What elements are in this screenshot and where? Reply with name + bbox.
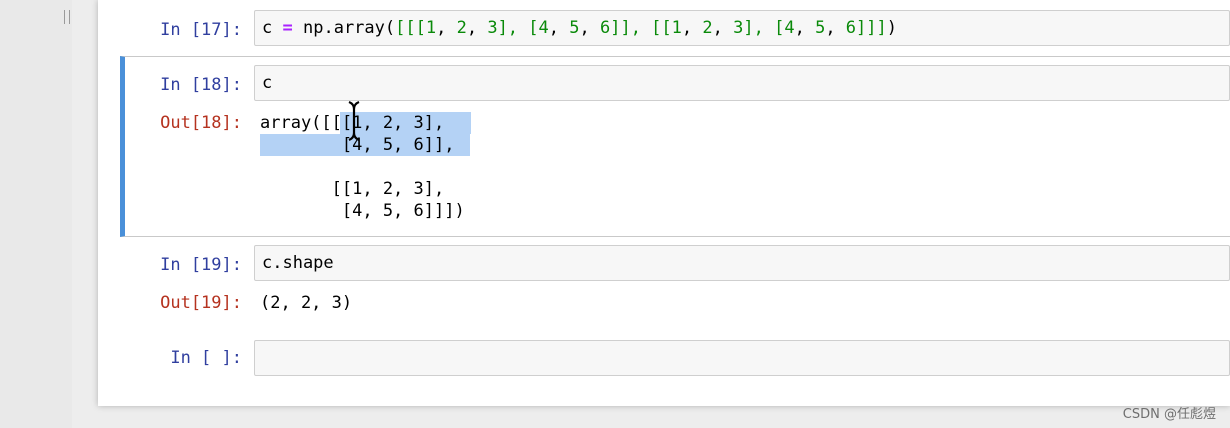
code-token: 4: [784, 18, 795, 38]
code-text: c: [262, 73, 273, 93]
code-token: 5: [815, 18, 826, 38]
grip-icon[interactable]: [64, 10, 70, 24]
code-token: ,: [825, 18, 846, 38]
code-token: 3: [733, 18, 744, 38]
code-token: 4: [538, 18, 549, 38]
code-token: ,: [712, 18, 734, 38]
i-beam-cursor-icon: [348, 100, 360, 142]
code-token: 2: [456, 18, 467, 38]
code-text: c.shape: [262, 253, 334, 273]
code-input[interactable]: [254, 340, 1230, 376]
code-token: np.array(: [303, 18, 396, 38]
code-input[interactable]: c: [254, 65, 1230, 101]
code-input[interactable]: c = np.array([[[1, 2, 3], [4, 5, 6]], [[…: [254, 10, 1230, 46]
code-token: c: [262, 18, 273, 38]
code-token: 1: [425, 18, 437, 38]
code-token: ]], [[: [610, 18, 672, 38]
code-token: 6: [599, 18, 611, 38]
left-gutter: [0, 0, 72, 428]
code-token: ,: [466, 18, 488, 38]
input-prompt: In [17]:: [160, 20, 242, 40]
input-prompt: In [18]:: [160, 75, 242, 95]
code-token: 2: [702, 18, 713, 38]
code-text: c = np.array([[[1, 2, 3], [4, 5, 6]], [[…: [262, 18, 897, 38]
input-prompt: In [ ]:: [170, 348, 242, 368]
code-token: ,: [681, 18, 703, 38]
code-token: ,: [794, 18, 816, 38]
code-token: ,: [548, 18, 570, 38]
code-token: ,: [579, 18, 600, 38]
code-token: ): [886, 18, 898, 38]
input-prompt: In [19]:: [160, 255, 242, 275]
code-token: 5: [569, 18, 580, 38]
code-token: ], [: [743, 18, 785, 38]
output-line[interactable]: [4, 5, 6]]]): [260, 200, 465, 222]
output-line[interactable]: (2, 2, 3): [260, 292, 352, 314]
code-token: ,: [436, 18, 457, 38]
code-token: ]]]: [856, 18, 887, 38]
output-prompt: Out[19]:: [160, 293, 242, 313]
code-token: 6: [845, 18, 857, 38]
code-token: ], [: [497, 18, 539, 38]
code-input[interactable]: c.shape: [254, 245, 1230, 281]
code-token: 1: [671, 18, 682, 38]
code-token: =: [282, 18, 293, 38]
code-token: [[[: [395, 18, 426, 38]
output-prompt: Out[18]:: [160, 113, 242, 133]
watermark: CSDN @任彪煜: [1122, 407, 1216, 422]
code-token: 3: [487, 18, 498, 38]
output-line[interactable]: [[1, 2, 3],: [260, 178, 445, 200]
